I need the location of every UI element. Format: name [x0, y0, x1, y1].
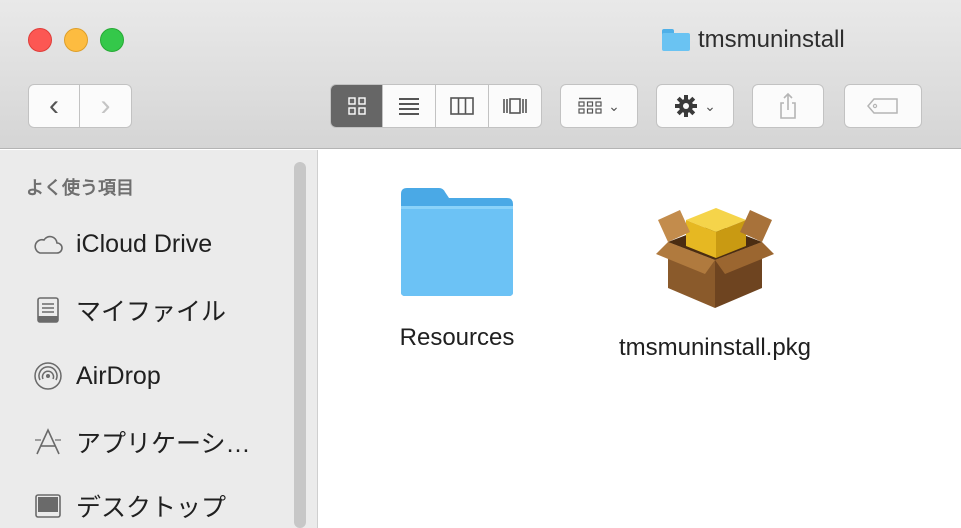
package-icon	[656, 208, 774, 308]
icon-view-icon	[347, 97, 366, 115]
sidebar-item-label: iCloud Drive	[76, 229, 213, 258]
window-title-text: tmsmuninstall	[698, 26, 845, 53]
file-name: Resources	[399, 324, 515, 351]
sidebar-item-label: AirDrop	[76, 361, 161, 390]
sidebar-scrollbar[interactable]	[290, 150, 310, 528]
gear-icon	[675, 95, 698, 117]
sidebar-section-heading: よく使う項目	[26, 178, 134, 198]
toolbar: tmsmuninstall ‹ › ⌄ ⌄	[0, 0, 961, 149]
cover-flow-view-button[interactable]	[489, 84, 542, 128]
grid-arrange-icon	[578, 97, 602, 114]
arrange-button[interactable]: ⌄	[560, 84, 638, 128]
all-my-files-icon	[32, 294, 64, 326]
sidebar-item-label: アプリケーシ…	[76, 430, 251, 458]
chevron-left-icon: ‹	[49, 89, 59, 122]
folder-icon	[662, 29, 690, 51]
list-view-button[interactable]	[383, 84, 436, 128]
scrollbar-thumb[interactable]	[294, 162, 306, 528]
file-name: tmsmuninstall.pkg	[618, 334, 812, 361]
tag-button[interactable]	[844, 84, 922, 128]
forward-button[interactable]: ›	[80, 84, 132, 128]
icon-view-button[interactable]	[330, 84, 383, 128]
airdrop-icon	[32, 360, 64, 392]
sidebar-item-label: デスクトップ	[76, 494, 227, 522]
desktop-icon	[32, 490, 64, 522]
file-item-resources[interactable]: Resources	[367, 180, 547, 352]
share-icon	[780, 92, 796, 119]
close-window-button[interactable]	[28, 28, 52, 52]
sidebar-item-desktop[interactable]: デスクトップ	[32, 486, 226, 526]
list-view-icon	[399, 98, 419, 115]
sidebar-item-airdrop[interactable]: AirDrop	[32, 356, 161, 396]
zoom-window-button[interactable]	[100, 28, 124, 52]
column-view-button[interactable]	[436, 84, 489, 128]
file-browser-content: Resources tmsmuninstall.pkg	[319, 150, 961, 528]
sidebar-item-applications[interactable]: アプリケーシ…	[32, 422, 251, 462]
folder-icon	[401, 188, 513, 296]
back-button[interactable]: ‹	[28, 84, 80, 128]
chevron-down-icon: ⌄	[608, 97, 620, 114]
chevron-right-icon: ›	[100, 89, 111, 122]
sidebar: よく使う項目 iCloud Drive マイファイル AirDrop アプリケー…	[0, 150, 318, 528]
file-item-pkg[interactable]: tmsmuninstall.pkg	[595, 180, 835, 362]
sidebar-item-my-files[interactable]: マイファイル	[32, 290, 226, 330]
tag-icon	[867, 98, 898, 114]
sidebar-item-icloud-drive[interactable]: iCloud Drive	[32, 224, 212, 264]
minimize-window-button[interactable]	[64, 28, 88, 52]
applications-icon	[32, 426, 64, 458]
chevron-down-icon: ⌄	[704, 97, 716, 114]
column-view-icon	[450, 97, 474, 115]
cloud-icon	[32, 228, 64, 260]
share-button[interactable]	[752, 84, 824, 128]
view-mode-segmented-control	[330, 84, 542, 128]
action-button[interactable]: ⌄	[656, 84, 734, 128]
cover-flow-view-icon	[503, 98, 527, 114]
sidebar-item-label: マイファイル	[76, 298, 227, 326]
window-title: tmsmuninstall	[662, 24, 845, 56]
